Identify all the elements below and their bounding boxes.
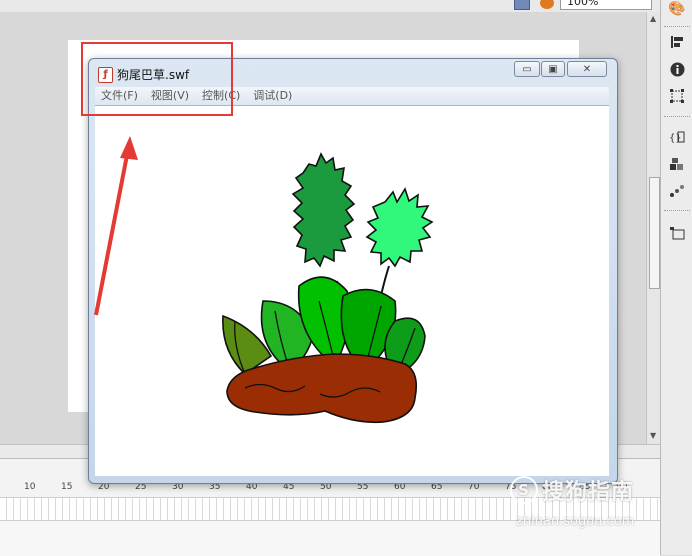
scroll-up-icon[interactable]: ▲ — [650, 14, 656, 23]
stage-vertical-scrollbar[interactable]: ▲ ▼ — [646, 12, 661, 444]
zoom-select[interactable]: 100% — [560, 0, 652, 10]
library-icon[interactable] — [667, 224, 687, 242]
transform-icon[interactable] — [667, 87, 687, 105]
watermark-brand-row: S 搜狗指南 — [510, 474, 634, 506]
stage-color-icon[interactable] — [540, 0, 554, 9]
scroll-thumb[interactable] — [649, 177, 660, 289]
foxtail-grass-illustration — [222, 152, 434, 424]
motion-presets-icon[interactable] — [667, 182, 687, 200]
panel-divider — [664, 210, 690, 211]
watermark-url: zhinan.sogou.com — [516, 514, 635, 529]
minimize-button[interactable]: ▭ — [514, 61, 540, 77]
sogou-watermark: S 搜狗指南 zhinan.sogou.com — [510, 474, 634, 529]
components-icon[interactable] — [667, 155, 687, 173]
close-button[interactable]: ✕ — [567, 61, 607, 77]
ruler-label: 15 — [61, 482, 73, 492]
red-arrow-icon — [94, 136, 138, 316]
align-icon[interactable] — [667, 33, 687, 51]
menu-debug[interactable]: 调试(D) — [247, 87, 299, 105]
swf-player-window[interactable]: ƒ 狗尾巴草.swf ▭ ▣ ✕ 文件(F) 视图(V) 控制(C) 调试(D) — [88, 58, 618, 484]
maximize-button[interactable]: ▣ — [541, 61, 565, 77]
info-icon[interactable] — [667, 60, 687, 78]
red-highlight-box — [81, 42, 233, 116]
watermark-brand: 搜狗指南 — [542, 480, 635, 505]
actions-icon[interactable]: {} — [667, 128, 687, 146]
top-toolbar: 100% — [0, 0, 660, 12]
swf-content-area — [95, 106, 609, 476]
snap-icon[interactable] — [514, 0, 530, 10]
sogou-logo-icon: S — [510, 476, 538, 504]
panel-divider — [664, 116, 690, 117]
panel-divider — [664, 26, 690, 27]
color-palette-icon[interactable]: 🎨 — [667, 0, 687, 18]
ruler-label: 10 — [24, 482, 36, 492]
scroll-down-icon[interactable]: ▼ — [650, 431, 656, 440]
right-panel-dock: 🎨 {} — [660, 0, 692, 555]
